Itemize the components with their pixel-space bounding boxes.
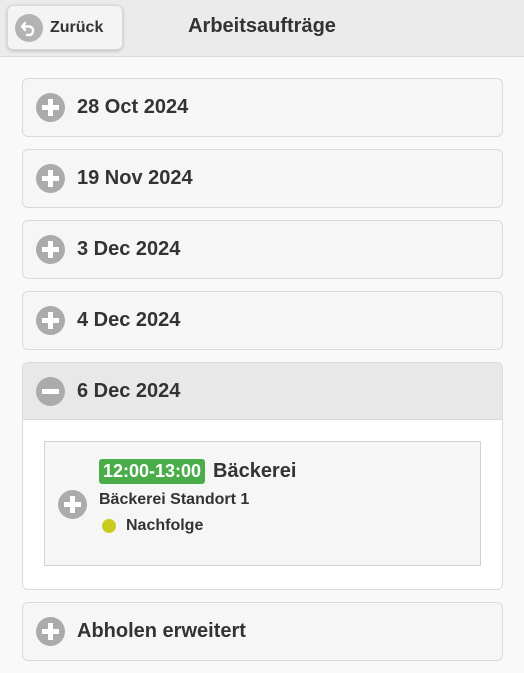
group-header[interactable]: 3 Dec 2024	[23, 221, 502, 278]
group-4-dec-2024: 4 Dec 2024	[22, 291, 503, 350]
group-19-nov-2024: 19 Nov 2024	[22, 149, 503, 208]
group-header[interactable]: 19 Nov 2024	[23, 150, 502, 207]
group-header[interactable]: Abholen erweitert	[23, 603, 502, 660]
group-28-oct-2024: 28 Oct 2024	[22, 78, 503, 137]
group-label: 28 Oct 2024	[77, 96, 189, 118]
page-title: Arbeitsaufträge	[188, 15, 336, 37]
group-label: Abholen erweitert	[77, 620, 246, 642]
group-3-dec-2024: 3 Dec 2024	[22, 220, 503, 279]
group-label: 6 Dec 2024	[77, 379, 181, 402]
plus-icon	[36, 306, 65, 335]
time-badge: 12:00-13:00	[99, 459, 206, 484]
plus-icon[interactable]	[58, 490, 87, 519]
group-label: 19 Nov 2024	[77, 167, 193, 189]
plus-icon	[36, 93, 65, 122]
group-6-dec-2024: 6 Dec 2024 12:00-13:00 Bäckerei Bäckerei…	[22, 362, 503, 590]
minus-icon	[36, 376, 65, 406]
group-header[interactable]: 6 Dec 2024	[23, 363, 502, 420]
plus-icon	[36, 617, 65, 646]
plus-icon	[36, 235, 65, 264]
job-location: Bäckerei Standort 1	[99, 491, 250, 508]
group-header[interactable]: 4 Dec 2024	[23, 292, 502, 349]
status-dot-icon	[102, 519, 116, 533]
group-content: 12:00-13:00 Bäckerei Bäckerei Standort 1…	[23, 420, 502, 589]
header-bar: Zurück Arbeitsaufträge	[0, 0, 524, 57]
plus-icon	[36, 164, 65, 193]
group-label: 3 Dec 2024	[77, 238, 181, 260]
group-abholen-erweitert: Abholen erweitert	[22, 602, 503, 661]
job-title: Bäckerei	[213, 460, 297, 482]
job-item[interactable]: 12:00-13:00 Bäckerei Bäckerei Standort 1…	[44, 441, 481, 566]
group-header[interactable]: 28 Oct 2024	[23, 79, 502, 136]
group-label: 4 Dec 2024	[77, 309, 181, 331]
group-list: 28 Oct 2024 19 Nov 2024 3 Dec 2024 4 Dec…	[22, 78, 503, 673]
job-status: Nachfolge	[126, 517, 204, 534]
